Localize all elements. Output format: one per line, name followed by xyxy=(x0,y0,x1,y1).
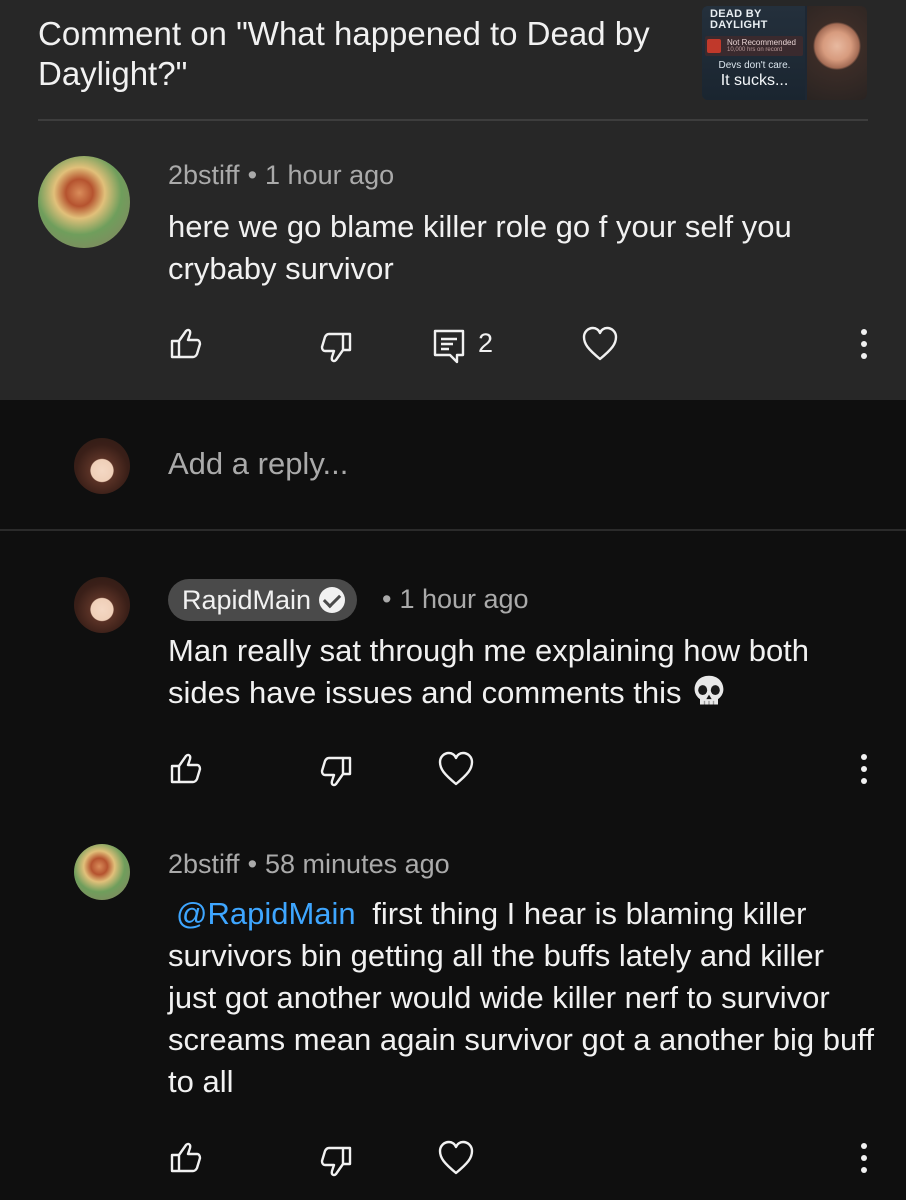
verified-icon xyxy=(319,587,346,613)
heart-button[interactable] xyxy=(436,749,476,789)
like-icon xyxy=(170,328,202,359)
comment-text: Man really sat through me explaining how… xyxy=(168,633,810,710)
comment-text: @RapidMain first thing I hear is blaming… xyxy=(168,896,874,1099)
dislike-icon xyxy=(320,756,352,787)
parent-comment: 2bstiff • 1 hour ago here we go blame kill… xyxy=(0,120,906,400)
heart-icon xyxy=(438,751,474,786)
like-icon xyxy=(170,1142,202,1173)
thumbnail-badge: Not Recommended 10,000 hrs on record xyxy=(705,36,803,56)
heart-button[interactable] xyxy=(436,1138,476,1178)
author-name[interactable]: 2bstiff xyxy=(168,160,240,190)
creator-name-chip[interactable]: RapidMain xyxy=(168,579,358,621)
reply-count: 2 xyxy=(478,328,494,358)
thumbs-down-icon xyxy=(707,39,721,53)
like-icon xyxy=(170,753,202,784)
dislike-button[interactable] xyxy=(316,328,356,368)
more-options-button[interactable] xyxy=(844,749,884,789)
more-options-button[interactable] xyxy=(844,1138,884,1178)
thumbnail-creator-face xyxy=(807,6,867,100)
video-thumbnail[interactable]: DEAD BY DAYLIGHT Not Recommended 10,000 … xyxy=(702,6,867,100)
thumbnail-caption-small: Devs don't care. xyxy=(718,60,791,71)
more-options-button[interactable] xyxy=(844,324,884,364)
replies-icon xyxy=(433,329,465,364)
replies-button[interactable] xyxy=(430,326,470,366)
dislike-icon xyxy=(320,332,352,363)
page-title: Comment on "What happened to Dead by Day… xyxy=(38,15,650,92)
timestamp: 58 minutes ago xyxy=(265,849,450,879)
reply-input-row: Add a reply... xyxy=(0,400,906,530)
timestamp: 1 hour ago xyxy=(399,584,529,614)
divider xyxy=(0,529,906,531)
like-button[interactable] xyxy=(166,323,206,363)
like-button[interactable] xyxy=(166,1137,206,1177)
header: Comment on "What happened to Dead by Day… xyxy=(0,0,906,120)
reply-input[interactable]: Add a reply... xyxy=(168,446,348,482)
author-name[interactable]: 2bstiff xyxy=(168,849,240,879)
comment-meta: • 1 hour ago xyxy=(382,584,529,614)
avatar[interactable] xyxy=(38,156,130,248)
skull-emoji xyxy=(695,675,724,705)
dislike-button[interactable] xyxy=(316,752,356,792)
dislike-icon xyxy=(320,1146,352,1177)
avatar[interactable] xyxy=(74,577,130,633)
heart-button[interactable] xyxy=(580,324,620,364)
timestamp: 1 hour ago xyxy=(265,160,395,190)
like-button[interactable] xyxy=(166,748,206,788)
comment-text: here we go blame killer role go f your s… xyxy=(168,209,792,286)
comment-meta: 2bstiff • 1 hour ago xyxy=(168,160,395,190)
mention-link[interactable]: @RapidMain xyxy=(176,896,356,931)
more-icon xyxy=(861,754,867,784)
dislike-button[interactable] xyxy=(316,1142,356,1182)
thumbnail-logo: DEAD BY DAYLIGHT xyxy=(710,8,768,31)
divider xyxy=(38,119,868,121)
heart-icon xyxy=(582,326,618,361)
author-name: RapidMain xyxy=(182,585,312,615)
more-icon xyxy=(861,329,867,359)
more-icon xyxy=(861,1143,867,1173)
thumbnail-caption-large: It sucks... xyxy=(720,72,789,89)
current-user-avatar xyxy=(74,438,130,494)
comment-meta: 2bstiff • 58 minutes ago xyxy=(168,849,450,879)
avatar[interactable] xyxy=(74,844,130,900)
heart-icon xyxy=(438,1140,474,1175)
